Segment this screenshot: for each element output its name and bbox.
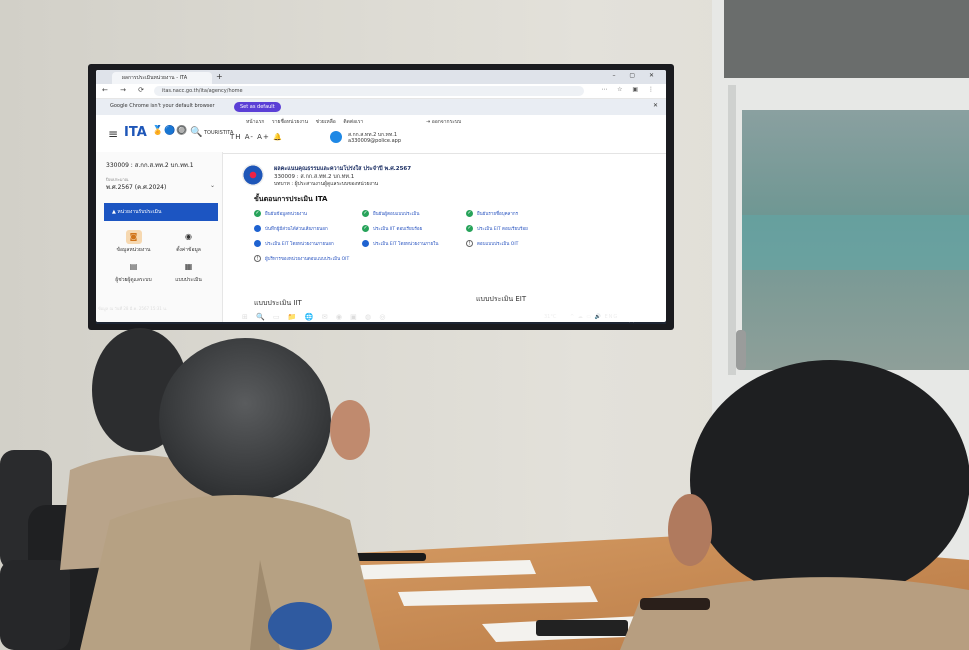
main-content: ผลคะแนนคุณธรรมและความโปร่งใส ประจำปี พ.ศ… (226, 152, 656, 322)
tv-screen: ผลการประเมินหน่วยงาน - ITA + – ▢ ✕ ← → ⟳… (96, 70, 666, 322)
sidebar-item-forms[interactable]: ▦ แบบประเมิน (161, 260, 216, 284)
agency-badges-icon: 🏅🔵🔘 (152, 126, 189, 136)
step-label: ประเมิน EIT ตอบเรียบร้อย (477, 227, 528, 232)
default-browser-infobar: Google Chrome isn't your default browser… (96, 99, 666, 115)
taskbar-app-icons[interactable]: ⊞ 🔍 ▭ 📁 🌐 ✉ ◉ ▣ ◍ ◎ (242, 313, 388, 321)
person-middle-head (159, 338, 331, 502)
step-label: ยืนยันผู้ตอบแบบประเมิน (373, 212, 420, 217)
check-icon: ✓ (362, 225, 369, 232)
progress-dot-icon (254, 225, 261, 232)
step-label: ประเมิน IIT ตอบเรียบร้อย (373, 227, 423, 232)
font-size-controls[interactable]: TH A- A+ 🔔 (230, 133, 283, 141)
step-label: ประเมิน EIT โดยหน่วยงานภายใน (373, 242, 439, 247)
sidebar-item-label: ตั้งค่าข้อมูล (176, 247, 201, 253)
window-reflection (742, 215, 969, 270)
chevron-down-icon[interactable]: ⌄ (210, 182, 215, 189)
person-middle-uniform (80, 495, 380, 650)
pending-icon: ! (254, 255, 261, 262)
step-item[interactable]: ประเมิน EIT โดยหน่วยงานภายใน (362, 240, 466, 247)
close-icon[interactable]: ✕ (653, 102, 658, 109)
sidebar-org: 330009 : ส.กก.ส.ทท.2 บก.ทท.1 (106, 162, 194, 169)
step-label: ผู้บริหารของหน่วยงานตอบแบบประเมิน OIT (265, 257, 350, 262)
logout-link[interactable]: ⇥ ออกจากระบบ (426, 118, 461, 126)
step-item[interactable]: ! ผู้บริหารของหน่วยงานตอบแบบประเมิน OIT (254, 255, 362, 262)
ita-logo[interactable]: ITA (124, 125, 147, 140)
sidebar-item-settings[interactable]: ◉ ตั้งค่าข้อมูล (161, 230, 216, 254)
extension-icons[interactable]: ⋯ ☆ ▣ ⋮ (601, 86, 658, 93)
user-email: a330009@police.app (348, 138, 401, 144)
step-label: บันทึกผู้มีส่วนได้ส่วนเสียภายนอก (265, 227, 328, 232)
sidebar-item-agency[interactable]: ▲ หน่วยงานรับประเมิน (104, 203, 218, 221)
check-icon: ✓ (362, 210, 369, 217)
browser-tab-bar: ผลการประเมินหน่วยงาน - ITA + – ▢ ✕ (96, 70, 666, 84)
year-select[interactable]: พ.ศ.2567 (ค.ศ.2024) (106, 182, 166, 192)
nav-buttons[interactable]: ← → ⟳ (102, 86, 149, 94)
sidebar-item-assistants[interactable]: ▤ ผู้ช่วยผู้ดูแลระบบ (106, 260, 161, 284)
settings-icon: ◉ (185, 232, 192, 241)
windows-taskbar: ⊞ 🔍 ▭ 📁 🌐 ✉ ◉ ▣ ◍ ◎ 31°C ^ ☁ ▭ 🔊 ENG 15:… (96, 312, 666, 324)
step-item[interactable]: บันทึกผู้มีส่วนได้ส่วนเสียภายนอก (254, 225, 362, 232)
weather-temp[interactable]: 31°C (544, 314, 556, 320)
hamburger-menu-icon[interactable]: ≡ (108, 128, 118, 140)
address-bar-row: ← → ⟳ itas.nacc.go.th/ita/agency/home ⋯ … (96, 84, 666, 99)
tourist-ita-label[interactable]: TOURISTITA (204, 130, 233, 136)
sidebar-item-label: แบบประเมิน (175, 277, 202, 283)
step-label: ยืนยันรายชื่อบุคลากร (477, 212, 519, 217)
check-icon: ✓ (466, 210, 473, 217)
window-handle (736, 330, 746, 370)
user-avatar[interactable] (330, 131, 342, 143)
microphone (640, 598, 710, 610)
pending-icon: ! (466, 240, 473, 247)
step-item[interactable]: ✓ ยืนยันข้อมูลหน่วยงาน (254, 210, 362, 217)
step-item[interactable]: ประเมิน EIT โดยหน่วยงานภายนอก (254, 240, 362, 247)
chair-front-left (0, 560, 70, 650)
sidebar-item-agency-info[interactable]: ◙ ข้อมูลหน่วยงาน (106, 230, 161, 254)
page-title: ผลคะแนนคุณธรรมและความโปร่งใส ประจำปี พ.ศ… (274, 166, 412, 172)
url-field[interactable]: itas.nacc.go.th/ita/agency/home (154, 86, 584, 96)
sidebar-grid: ◙ ข้อมูลหน่วยงาน ◉ ตั้งค่าข้อมูล ▤ ผู้ช่… (106, 230, 216, 284)
site-header: ≡ ITA 🏅🔵🔘 🔍 TOURISTITA TH A- A+ 🔔 หน้าแร… (96, 115, 666, 154)
steps-list: ✓ ยืนยันข้อมูลหน่วยงาน ✓ ยืนยันผู้ตอบแบบประ… (254, 210, 654, 262)
user-role: บทบาท : ผู้ประสานงานผู้ดูแลระบบของหน่วยง… (274, 181, 379, 187)
step-label: ตอบแบบประเมิน OIT (477, 242, 519, 247)
new-tab-button[interactable]: + (216, 72, 223, 82)
step-label: ประเมิน EIT โดยหน่วยงานภายนอก (265, 242, 334, 247)
top-menu[interactable]: หน้าแรก รายชื่อหน่วยงาน ช่วยเหลือ ติดต่อ… (246, 118, 363, 126)
sidebar-item-label: ผู้ช่วยผู้ดูแลระบบ (115, 277, 152, 283)
sidebar-item-label: ข้อมูลหน่วยงาน (116, 247, 151, 253)
step-item[interactable]: ! ตอบแบบประเมิน OIT (466, 240, 576, 247)
assistants-icon: ▤ (129, 262, 138, 271)
police-shoulder-patch (268, 602, 332, 650)
forms-icon: ▦ (184, 262, 193, 271)
status-text: ข้อมูล ณ วันที่ 28 มี.ค. 2567 15:31 น. (98, 306, 168, 311)
system-tray[interactable]: ^ ☁ ▭ 🔊 ENG (570, 314, 618, 320)
step-label: ยืนยันข้อมูลหน่วยงาน (265, 212, 307, 217)
agency-info-icon: ◙ (125, 230, 142, 244)
check-icon: ✓ (466, 225, 473, 232)
section-eit-title: แบบประเมิน EIT (476, 295, 527, 303)
phone (536, 620, 628, 636)
sidebar: 330009 : ส.กก.ส.ทท.2 บก.ทท.1 ปีงบประมาณ … (96, 152, 223, 322)
police-emblem-icon (242, 164, 264, 186)
search-icon[interactable]: 🔍 (190, 127, 202, 138)
window-mullion (728, 85, 736, 375)
clock-date[interactable]: 28/3/2567 (624, 318, 645, 323)
set-default-button[interactable]: Set as default (234, 102, 281, 112)
person-right-head (690, 360, 969, 600)
section-iit-title: แบบประเมิน IIT (254, 299, 302, 307)
steps-title: ขั้นตอนการประเมิน ITA (254, 195, 328, 203)
person-right-ear (668, 494, 712, 566)
person-middle-ear (330, 400, 370, 460)
infobar-text: Google Chrome isn't your default browser (110, 103, 215, 109)
step-item[interactable]: ✓ ยืนยันผู้ตอบแบบประเมิน (362, 210, 466, 217)
progress-dot-icon (362, 240, 369, 247)
progress-dot-icon (254, 240, 261, 247)
step-item[interactable]: ✓ ยืนยันรายชื่อบุคลากร (466, 210, 576, 217)
step-item[interactable]: ✓ ประเมิน EIT ตอบเรียบร้อย (466, 225, 576, 232)
step-item[interactable]: ✓ ประเมิน IIT ตอบเรียบร้อย (362, 225, 466, 232)
window-top-glass (724, 0, 969, 78)
check-icon: ✓ (254, 210, 261, 217)
browser-tab[interactable]: ผลการประเมินหน่วยงาน - ITA (112, 72, 212, 84)
window-controls[interactable]: – ▢ ✕ (612, 72, 660, 79)
